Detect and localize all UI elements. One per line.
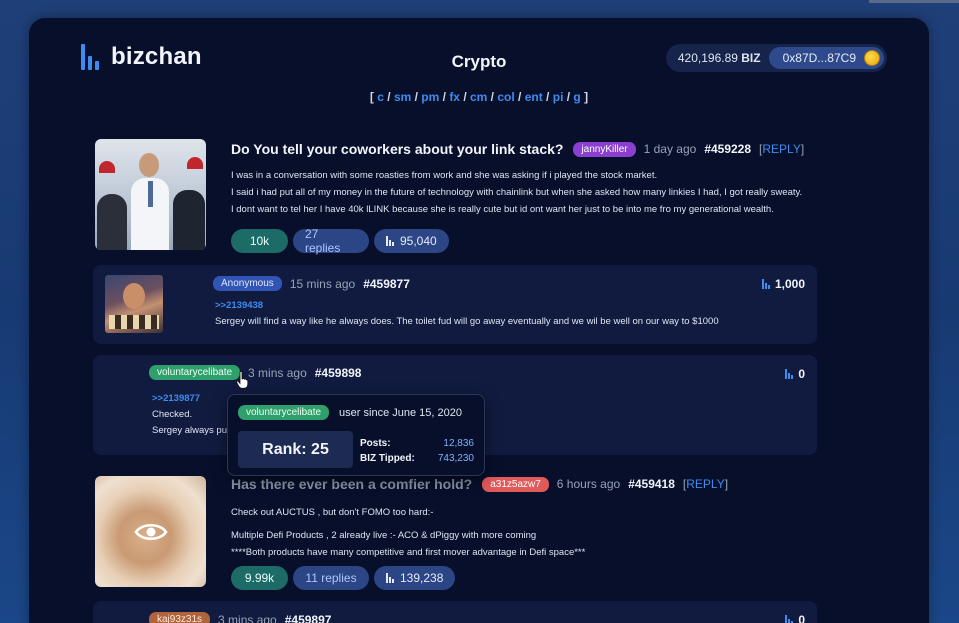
board-link-fx[interactable]: fx [449, 90, 460, 104]
views-pill: 95,040 [374, 229, 449, 253]
board-link-cm[interactable]: cm [470, 90, 487, 104]
reply-body: >>2139438 Sergey will find a way like he… [215, 298, 719, 327]
quote-link[interactable]: >>2139438 [215, 298, 719, 314]
wallet-currency: BIZ [741, 51, 761, 65]
coin-icon [864, 50, 880, 66]
board-link-sm[interactable]: sm [394, 90, 411, 104]
thread-card: Has there ever been a comfier hold? a31z… [95, 476, 815, 591]
thread-header: Do You tell your coworkers about your li… [231, 141, 804, 157]
posts-value: 12,836 [443, 438, 474, 449]
thread-stats: 10k 27 replies 95,040 [231, 227, 449, 255]
wallet: 420,196.89 BIZ 0x87D...87C9 [665, 44, 887, 72]
board-link-c[interactable]: c [377, 90, 384, 104]
bars-icon [386, 236, 394, 246]
rank-box: Rank: 25 [238, 431, 353, 468]
board-link-pi[interactable]: pi [553, 90, 564, 104]
thread-body: Check out AUCTUS , but don't FOMO too ha… [231, 507, 586, 558]
post-time: 15 mins ago [289, 276, 356, 291]
author-badge[interactable]: voluntarycelibate [149, 365, 241, 380]
quote-link[interactable]: >>2139877 [152, 391, 229, 407]
likes-pill[interactable]: 10k [231, 229, 288, 253]
thread-title[interactable]: Has there ever been a comfier hold? [231, 476, 472, 492]
post-time: 3 mins ago [248, 365, 307, 380]
wallet-address: 0x87D...87C9 [782, 51, 856, 65]
tipped-value: 743,230 [437, 453, 474, 464]
reply-thumbnail[interactable] [105, 275, 163, 333]
reply-views: 1,000 [761, 277, 805, 291]
posts-label: Posts: [360, 438, 391, 449]
user-since: user since June 15, 2020 [339, 406, 462, 419]
bars-icon [785, 369, 794, 379]
author-badge[interactable]: jannyKiller [573, 141, 636, 157]
board-link-ent[interactable]: ent [525, 90, 543, 104]
reply-card: kaj93z31s 3 mins ago #459897 0 [93, 601, 817, 623]
thread-thumbnail-hidden[interactable] [95, 476, 206, 587]
author-badge[interactable]: kaj93z31s [149, 612, 211, 623]
reply-header: Anonymous 15 mins ago #459877 [213, 276, 410, 291]
reply-views: 0 [785, 367, 805, 381]
user-stats: Posts: 12,836 BIZ Tipped: 743,230 [360, 436, 474, 466]
bars-icon [386, 573, 394, 583]
post-time: 1 day ago [643, 142, 697, 156]
reply-header: voluntarycelibate 3 mins ago #459898 [149, 365, 361, 380]
author-badge[interactable]: Anonymous [213, 276, 282, 291]
reply-link[interactable]: [REPLY] [759, 142, 804, 156]
bars-icon [785, 615, 794, 623]
thread-card: Do You tell your coworkers about your li… [95, 139, 815, 255]
likes-pill[interactable]: 9.99k [231, 566, 288, 590]
thread-thumbnail[interactable] [95, 139, 206, 250]
tipped-label: BIZ Tipped: [360, 453, 415, 464]
board-link-col[interactable]: col [497, 90, 514, 104]
thread-body: I was in a conversation with some roasti… [231, 170, 803, 215]
board-link-g[interactable]: g [573, 90, 580, 104]
wallet-balance: 420,196.89 [677, 51, 738, 65]
thread-stats: 9.99k 11 replies 139,238 [231, 566, 456, 590]
reply-body: >>2139877 Checked. Sergey always pul [152, 391, 230, 436]
post-number[interactable]: #459418 [628, 477, 675, 491]
top-strip [869, 0, 959, 3]
author-badge[interactable]: a31z5azw7 [482, 476, 549, 492]
user-tooltip: voluntarycelibate user since June 15, 20… [227, 394, 485, 476]
post-time: 3 mins ago [218, 612, 277, 623]
post-number[interactable]: #459877 [363, 277, 410, 291]
thread-title[interactable]: Do You tell your coworkers about your li… [231, 141, 563, 157]
post-number[interactable]: #459228 [704, 142, 751, 156]
post-number[interactable]: #459898 [315, 366, 362, 380]
tooltip-username-badge[interactable]: voluntarycelibate [238, 405, 330, 420]
reply-header: kaj93z31s 3 mins ago #459897 [149, 612, 331, 623]
post-number[interactable]: #459897 [285, 613, 332, 623]
board-link-pm[interactable]: pm [421, 90, 439, 104]
reply-views: 0 [785, 613, 805, 623]
thread-header: Has there ever been a comfier hold? a31z… [231, 476, 728, 492]
replies-pill[interactable]: 27 replies [293, 227, 369, 255]
replies-pill[interactable]: 11 replies [293, 566, 369, 590]
board-nav: [ c / sm / pm / fx / cm / col / ent / pi… [369, 90, 589, 104]
reply-link[interactable]: [REPLY] [683, 477, 728, 491]
reply-card: Anonymous 15 mins ago #459877 >>2139438 … [93, 265, 817, 344]
bars-icon [761, 279, 770, 289]
views-pill: 139,238 [374, 566, 456, 590]
hand-cursor-icon [236, 371, 248, 389]
eye-icon[interactable] [133, 521, 168, 543]
wallet-address-button[interactable]: 0x87D...87C9 [768, 47, 884, 69]
post-time: 6 hours ago [556, 477, 621, 491]
